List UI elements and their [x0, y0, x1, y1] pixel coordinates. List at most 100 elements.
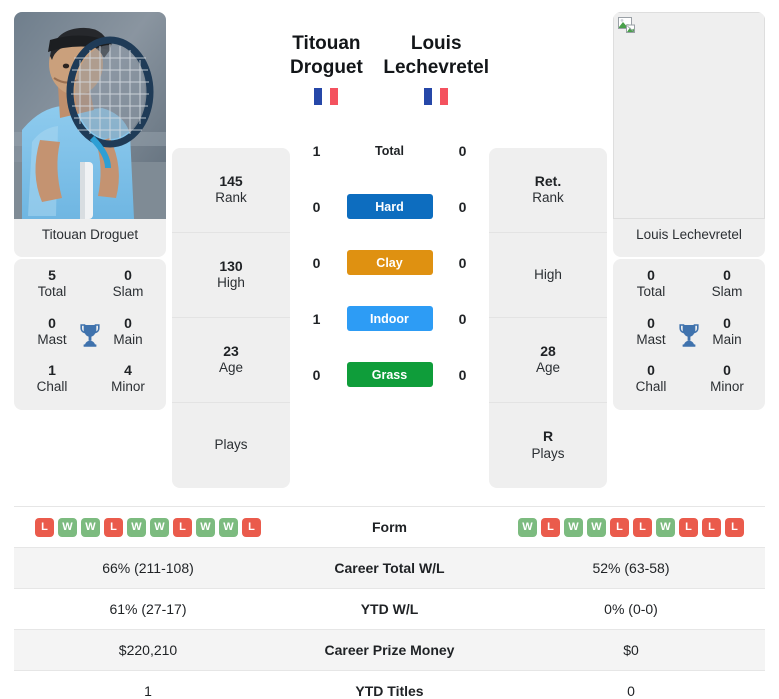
right-surface-count: 0 [458, 142, 467, 159]
form-badge-l: L [679, 517, 698, 537]
value: 145 [219, 172, 243, 189]
left-surface-count: 1 [312, 310, 321, 327]
right-titles-minor: 0 Minor [689, 362, 765, 396]
left-surface-count: 0 [312, 198, 321, 215]
form-badge-l: L [633, 517, 652, 537]
left-surface-count: 1 [312, 142, 321, 159]
left-rank-high: 130 High [172, 233, 290, 318]
label: Plays [214, 437, 248, 453]
surface-label-indoor: Indoor [346, 306, 433, 331]
right-surface-count: 0 [458, 254, 467, 271]
surface-label-clay: Clay [346, 250, 433, 275]
row-label-career-prize-money: Career Prize Money [324, 642, 455, 658]
form-badge-l: L [173, 517, 192, 537]
table-row-ytd-wl: 61% (27-17) YTD W/L 0% (0-0) [14, 588, 765, 629]
left-rank-age: 23 Age [172, 318, 290, 403]
left-player-photo [14, 12, 166, 219]
left-player-last-name: Droguet [290, 56, 363, 78]
value: 0 [124, 267, 132, 284]
left-titles-slam: 0 Slam [90, 267, 166, 301]
form-badge-l: L [610, 517, 629, 537]
center-column: Titouan Droguet Louis Lechevretel 1 Tota… [290, 12, 489, 403]
value: 0 [647, 267, 655, 284]
value: Ret. [534, 172, 562, 189]
table-row-ytd-titles: 1 YTD Titles 0 [14, 670, 765, 699]
label: Slam [112, 284, 144, 300]
right-titles-chall: 0 Chall [613, 362, 689, 396]
left-surface-count: 0 [312, 366, 321, 383]
left-player-name-block: Titouan Droguet [290, 32, 363, 105]
left-player-france-flag-icon [314, 87, 339, 105]
right-player-photo-card: Louis Lechevretel [613, 12, 765, 258]
right-player-name: Louis Lechevretel [383, 32, 489, 80]
form-badge-w: W [587, 517, 606, 537]
right-ytd-titles: 0 [627, 683, 635, 699]
value: 0 [723, 267, 731, 284]
right-player-column: Louis Lechevretel 0 Total 0 Slam 0 Mast … [613, 12, 765, 410]
left-ytd-wl: 61% (27-17) [109, 601, 187, 617]
right-player-photo-caption: Louis Lechevretel [636, 227, 742, 242]
value: 0 [723, 362, 731, 379]
label: Rank [215, 190, 247, 206]
label: Minor [710, 379, 744, 395]
left-player-photo-caption: Titouan Droguet [41, 227, 139, 242]
row-label-career-total-wl: Career Total W/L [334, 560, 445, 576]
surface-row-hard: 0 Hard 0 [306, 179, 474, 235]
label: Minor [111, 379, 145, 395]
form-badge-w: W [656, 517, 675, 537]
form-badge-l: L [35, 517, 54, 537]
right-rank-rank: Ret. Rank [489, 148, 607, 233]
form-badge-w: W [58, 517, 77, 537]
value: 23 [223, 342, 239, 359]
right-surface-count: 0 [458, 310, 467, 327]
right-player-first-name: Louis [410, 33, 462, 54]
right-titles-slam: 0 Slam [689, 267, 765, 301]
form-badge-l: L [104, 517, 123, 537]
form-badge-w: W [196, 517, 215, 537]
right-player-titles-card: 0 Total 0 Slam 0 Mast 0 Main 0 Chall 0 M… [613, 259, 765, 410]
left-rank-plays: Plays [172, 403, 290, 488]
form-badge-l: L [725, 517, 744, 537]
form-badge-w: W [518, 517, 537, 537]
surface-row-grass: 0 Grass 0 [306, 347, 474, 403]
value: R [542, 428, 554, 445]
right-rank-plays: R Plays [489, 403, 607, 488]
right-form-cell: WLWWLLWLLL [497, 517, 765, 537]
left-career-prize-money: $220,210 [118, 642, 178, 658]
right-ytd-wl: 0% (0-0) [604, 601, 658, 617]
form-badge-w: W [127, 517, 146, 537]
left-titles-chall: 1 Chall [14, 362, 90, 396]
left-player-name: Titouan Droguet [290, 32, 363, 80]
value: 28 [540, 342, 556, 359]
right-rank-high: High [489, 233, 607, 318]
value: 1 [48, 362, 56, 379]
comparison-table: LWWLWWLWWL Form WLWWLLWLLL 66% (211-108)… [14, 506, 765, 699]
left-form-cell: LWWLWWLWWL [14, 517, 282, 537]
left-titles-total: 5 Total [14, 267, 90, 301]
value: 0 [647, 362, 655, 379]
left-player-first-name: Titouan [292, 33, 361, 54]
label: Plays [531, 445, 565, 461]
left-career-total-wl: 66% (211-108) [102, 560, 194, 576]
surface-row-clay: 0 Clay 0 [306, 235, 474, 291]
label: Age [218, 360, 244, 376]
trophy-icon [675, 321, 703, 349]
form-badge-l: L [541, 517, 560, 537]
left-player-column: Titouan Droguet 5 Total 0 Slam 0 Mast 0 … [14, 12, 166, 410]
trophy-icon [76, 321, 104, 349]
form-badge-l: L [702, 517, 721, 537]
left-player-photo-card: Titouan Droguet [14, 12, 166, 258]
right-form-badges: WLWWLLWLLL [497, 517, 765, 537]
player-comparison-page: Titouan Droguet 5 Total 0 Slam 0 Mast 0 … [0, 0, 779, 699]
surface-row-indoor: 1 Indoor 0 [306, 291, 474, 347]
right-surface-count: 0 [458, 198, 467, 215]
player-names-row: Titouan Droguet Louis Lechevretel [290, 32, 489, 105]
label: Total [636, 284, 666, 300]
form-badge-l: L [242, 517, 261, 537]
form-badge-w: W [81, 517, 100, 537]
surface-row-total: 1 Total 0 [306, 123, 474, 179]
right-titles-total: 0 Total [613, 267, 689, 301]
row-label-form: Form [372, 519, 407, 535]
table-row-career-total-wl: 66% (211-108) Career Total W/L 52% (63-5… [14, 547, 765, 588]
surface-label-total: Total [375, 143, 404, 158]
